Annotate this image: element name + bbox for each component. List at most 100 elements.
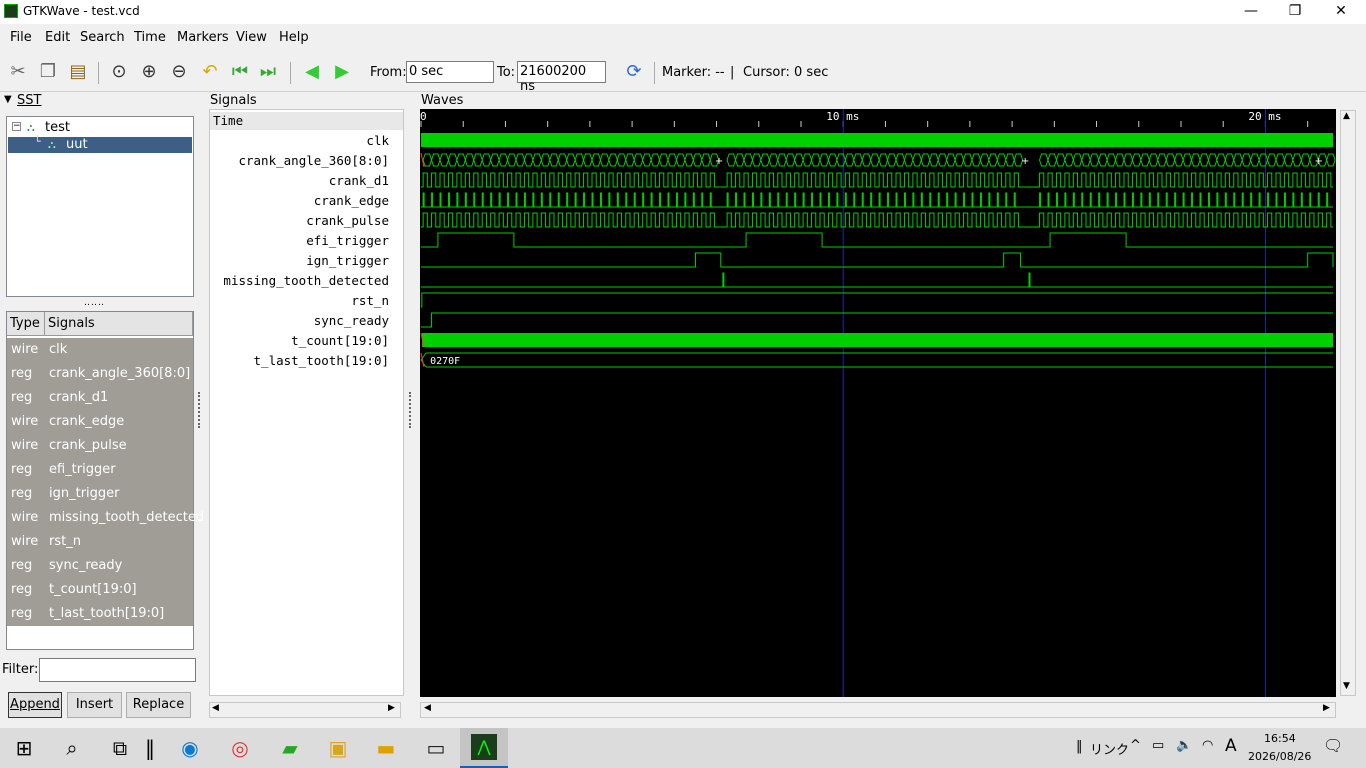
notes-app-icon[interactable]: ▰ xyxy=(276,734,304,762)
signal-list-row[interactable]: wire crank_edge xyxy=(7,410,193,434)
signal-name-row[interactable]: t_count[19:0] xyxy=(210,331,403,351)
insert-button[interactable]: Insert xyxy=(67,692,122,718)
signals-horizontal-scrollbar[interactable]: ◀ ▶ xyxy=(209,702,401,718)
minimize-button[interactable]: — xyxy=(1228,0,1274,24)
signal-name-row[interactable]: crank_d1 xyxy=(210,171,403,191)
close-button[interactable]: ✕ xyxy=(1318,0,1364,24)
terminal-icon[interactable]: ▭ xyxy=(422,734,450,762)
gtkwave-taskbar-button[interactable]: ⋀ xyxy=(460,728,508,768)
crank-edge-waveform xyxy=(421,192,1333,208)
chrome-browser-icon[interactable]: ◎ xyxy=(226,734,254,762)
scroll-right-icon[interactable]: ▶ xyxy=(1323,703,1330,713)
task-view-icon[interactable]: ⧉ xyxy=(106,734,134,762)
zoom-out-icon[interactable]: ⊖ xyxy=(167,60,191,84)
waves-horizontal-scrollbar[interactable]: ◀ ▶ xyxy=(420,702,1336,718)
scroll-up-icon[interactable]: ▲ xyxy=(1343,111,1350,121)
link-toolbar-label[interactable]: リンク xyxy=(1090,739,1129,758)
signal-name-row[interactable]: efi_trigger xyxy=(210,231,403,251)
signal-list-row[interactable]: wire rst_n xyxy=(7,530,193,554)
show-hidden-icons-icon[interactable]: ^ xyxy=(1130,738,1141,753)
restore-button[interactable]: ❐ xyxy=(1272,0,1318,24)
undo-zoom-icon[interactable]: ↶ xyxy=(198,60,222,84)
signal-list-row[interactable]: wire crank_pulse xyxy=(7,434,193,458)
tree-item-uut-row[interactable]: └ ⛬ uut xyxy=(8,135,192,153)
tree-collapse-icon[interactable]: − xyxy=(12,122,21,131)
windows-start-icon[interactable]: ⊞ xyxy=(10,734,38,762)
signal-names-pane: Time clk crank_angle_360[8:0] crank_d1 cran… xyxy=(209,109,404,696)
menu-file[interactable]: File xyxy=(10,30,32,45)
pane-resize-handle[interactable] xyxy=(409,392,413,428)
signal-list-row[interactable]: reg ign_trigger xyxy=(7,482,193,506)
signal-name-row[interactable]: missing_tooth_detected xyxy=(210,271,403,291)
signal-name-row[interactable]: t_last_tooth[19:0] xyxy=(210,351,403,371)
menu-edit[interactable]: Edit xyxy=(45,30,70,45)
filter-input[interactable] xyxy=(39,658,196,682)
signal-name-row[interactable]: crank_edge xyxy=(210,191,403,211)
signal-list-row[interactable]: reg t_last_tooth[19:0] xyxy=(7,602,193,626)
menu-time[interactable]: Time xyxy=(134,30,166,45)
signal-type: reg xyxy=(11,606,33,621)
waves-vertical-scrollbar[interactable]: ▲ ▼ xyxy=(1340,110,1356,696)
column-header-signals[interactable]: Signals xyxy=(45,312,193,336)
wifi-icon[interactable]: ◠ xyxy=(1202,738,1213,753)
search-icon[interactable]: ⌕ xyxy=(58,734,86,762)
signal-type: wire xyxy=(11,342,39,357)
notification-center-icon[interactable]: 🗨 xyxy=(1323,736,1343,755)
column-header-type[interactable]: Type xyxy=(7,312,45,336)
ime-indicator[interactable]: A xyxy=(1225,736,1237,756)
signal-name-row[interactable]: crank_pulse xyxy=(210,211,403,231)
zoom-in-icon[interactable]: ⊕ xyxy=(137,60,161,84)
signal-name: clk xyxy=(49,342,68,357)
signal-list-row[interactable]: reg crank_d1 xyxy=(7,386,193,410)
menu-search[interactable]: Search xyxy=(80,30,125,45)
signal-list-row[interactable]: reg crank_angle_360[8:0] xyxy=(7,362,193,386)
signals-panel-label: Signals xyxy=(210,93,257,108)
menu-help[interactable]: Help xyxy=(279,30,309,45)
signal-name-row[interactable]: rst_n xyxy=(210,291,403,311)
find-previous-edge-icon[interactable]: ◀ xyxy=(300,60,324,84)
zoom-fit-icon[interactable]: ⊙ xyxy=(107,60,131,84)
pane-resize-handle[interactable]: ‥‥‥ xyxy=(84,298,105,308)
menu-view[interactable]: View xyxy=(236,30,267,45)
zoom-to-end-icon[interactable]: ⏭ xyxy=(256,60,280,84)
paste-icon[interactable]: ▤ xyxy=(66,60,90,84)
signal-list-row[interactable]: reg t_count[19:0] xyxy=(7,578,193,602)
file-explorer-icon[interactable]: ▬ xyxy=(372,734,400,762)
t-last-tooth-value-label: 0270F xyxy=(430,356,460,367)
to-label: To: xyxy=(497,65,516,80)
sst-collapse-arrow-icon[interactable]: ▼ xyxy=(4,94,12,105)
waveform-canvas[interactable]: 0 10 ms 20 ms + + +0270F xyxy=(420,109,1336,697)
append-button[interactable]: Append xyxy=(8,692,62,718)
tree-item-test[interactable]: test xyxy=(45,120,70,135)
zoom-to-start-icon[interactable]: ⏮ xyxy=(228,60,252,84)
signal-name-row[interactable]: ign_trigger xyxy=(210,251,403,271)
pane-resize-handle[interactable] xyxy=(198,392,202,428)
find-next-edge-icon[interactable]: ▶ xyxy=(330,60,354,84)
replace-button[interactable]: Replace xyxy=(126,692,191,718)
to-time-input[interactable]: 21600200 ns xyxy=(517,61,606,94)
clock-date[interactable]: 2026/08/26 xyxy=(1248,750,1311,763)
signal-list-row[interactable]: reg efi_trigger xyxy=(7,458,193,482)
copy-icon[interactable]: ❐ xyxy=(36,60,60,84)
scroll-left-icon[interactable]: ◀ xyxy=(424,703,431,713)
clock-time[interactable]: 16:54 xyxy=(1264,732,1296,745)
cut-icon[interactable]: ✂ xyxy=(6,60,30,84)
t-count-bus-waveform xyxy=(422,333,1333,347)
hierarchy-icon: ⛬ xyxy=(48,138,56,151)
scroll-down-icon[interactable]: ▼ xyxy=(1343,681,1350,691)
file-explorer-search-icon[interactable]: ▣ xyxy=(324,734,352,762)
reload-icon[interactable]: ⟳ xyxy=(622,60,646,84)
signal-name-row[interactable]: sync_ready xyxy=(210,311,403,331)
signal-list-row[interactable]: reg sync_ready xyxy=(7,554,193,578)
menu-markers[interactable]: Markers xyxy=(177,30,229,45)
signal-list-row[interactable]: wire clk xyxy=(7,338,193,362)
battery-icon[interactable]: ▭ xyxy=(1152,738,1164,753)
signal-list-row[interactable]: wire missing_tooth_detected xyxy=(7,506,204,530)
volume-icon[interactable]: 🔈 xyxy=(1176,738,1192,753)
edge-browser-icon[interactable]: ◉ xyxy=(176,734,204,762)
signal-name-row[interactable]: crank_angle_360[8:0] xyxy=(210,151,403,171)
scroll-left-icon[interactable]: ◀ xyxy=(212,703,219,713)
from-time-input[interactable]: 0 sec xyxy=(406,61,494,83)
signal-name-row[interactable]: clk xyxy=(210,131,403,151)
scroll-right-icon[interactable]: ▶ xyxy=(388,703,395,713)
